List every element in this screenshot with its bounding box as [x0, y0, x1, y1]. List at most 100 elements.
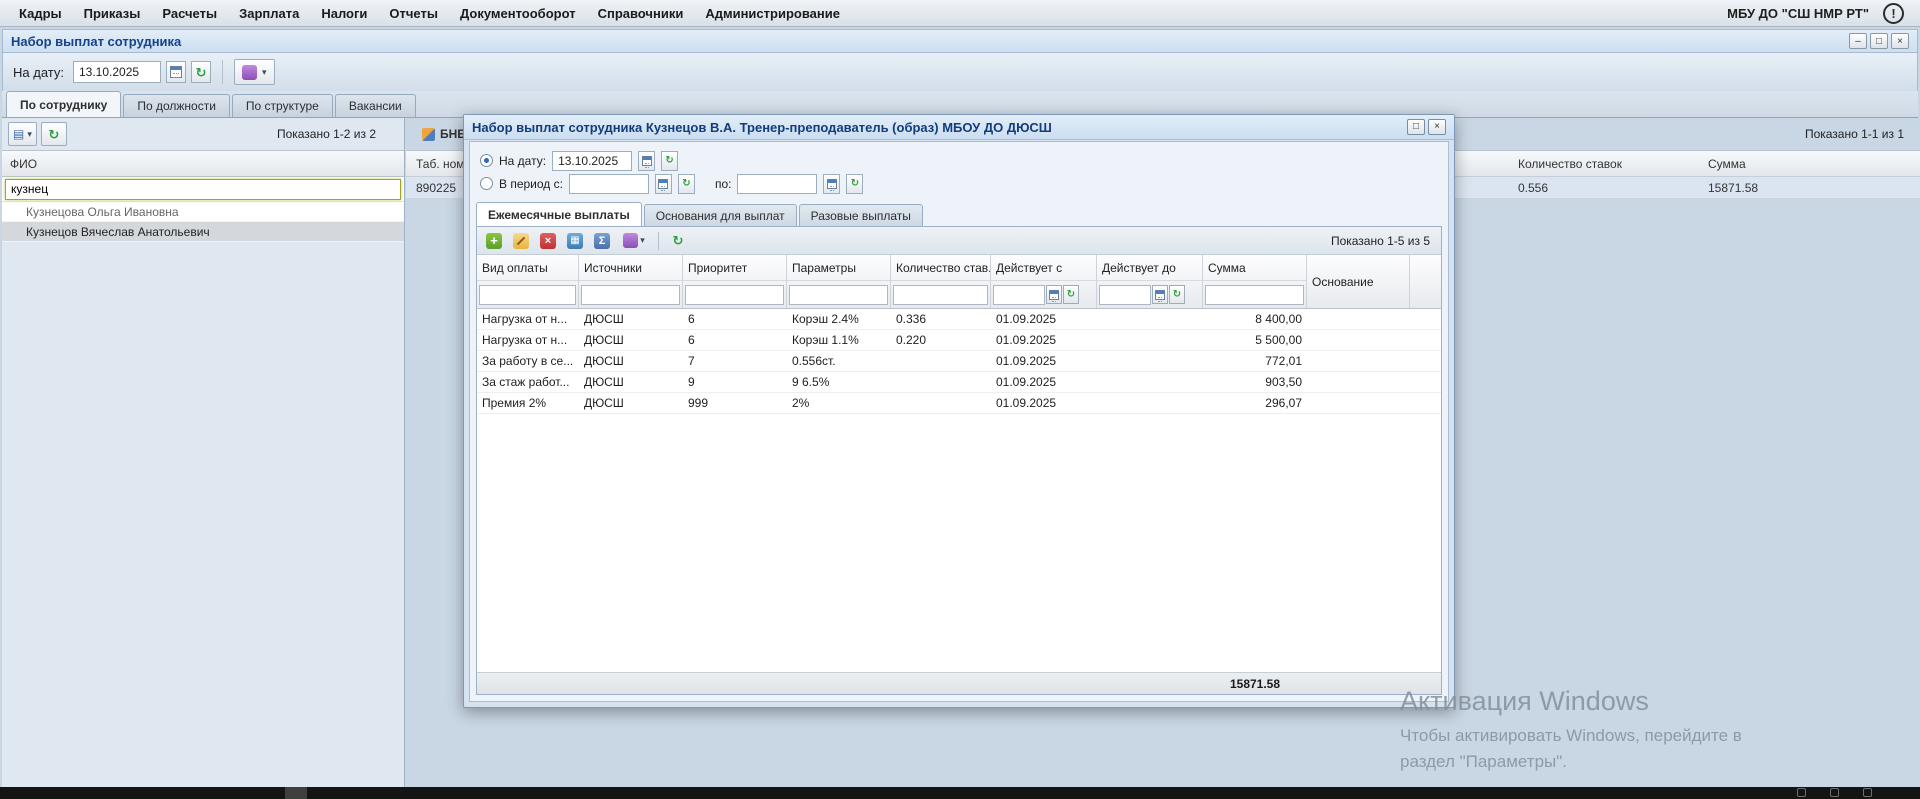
delete-button[interactable]: × — [536, 229, 560, 252]
sum-button[interactable]: Σ — [590, 229, 614, 252]
payment-row[interactable]: Премия 2% ДЮСШ 999 2% 01.09.2025 296,07 — [477, 393, 1441, 414]
copy-button[interactable]: ▦ — [563, 229, 587, 252]
taskbar-item — [285, 787, 307, 799]
menu-item-prikazy[interactable]: Приказы — [73, 2, 152, 25]
column-header-sum[interactable]: Сумма — [1203, 255, 1306, 281]
payment-row[interactable]: За работу в се... ДЮСШ 7 0.556ст. 01.09.… — [477, 351, 1441, 372]
maximize-icon: □ — [1875, 35, 1883, 47]
application-window: Кадры Приказы Расчеты Зарплата Налоги От… — [0, 0, 1920, 799]
on-date-input[interactable] — [552, 150, 633, 171]
filter-payment-type[interactable] — [479, 284, 576, 305]
menu-item-zarplata[interactable]: Зарплата — [228, 2, 310, 25]
info-icon[interactable]: ! — [1883, 2, 1904, 24]
cell-source: ДЮСШ — [584, 396, 624, 410]
cell-sum: 296,07 — [1265, 396, 1302, 410]
today-button[interactable]: ↻ — [661, 150, 679, 171]
calendar-button[interactable] — [654, 173, 672, 194]
column-header-payment-type[interactable]: Вид оплаты — [477, 255, 578, 281]
tab-monthly-payments[interactable]: Ежемесячные выплаты — [476, 202, 642, 226]
close-button[interactable]: × — [1891, 33, 1909, 49]
on-date-radio[interactable] — [480, 154, 493, 167]
cell-payment-type: Нагрузка от н... — [482, 312, 568, 326]
filter-sum[interactable] — [1205, 284, 1304, 305]
filter-rates[interactable] — [893, 284, 988, 305]
payment-row[interactable]: Нагрузка от н... ДЮСШ 6 Корэш 1.1% 0.220… — [477, 330, 1441, 351]
tab-vacancies[interactable]: Вакансии — [334, 94, 416, 117]
tab-by-structure[interactable]: По структуре — [231, 94, 333, 117]
menu-item-kadry[interactable]: Кадры — [8, 2, 73, 25]
actions-button[interactable]: ▾ — [233, 59, 275, 85]
more-actions-button[interactable]: ▾ — [617, 229, 651, 252]
column-header-ground[interactable]: Основание — [1307, 255, 1409, 308]
refresh-button[interactable]: ↻ — [40, 122, 67, 146]
date-input[interactable] — [72, 61, 161, 83]
column-header-valid-to[interactable]: Действует до — [1097, 255, 1202, 281]
column-header-fio[interactable]: ФИО — [2, 150, 404, 177]
today-button[interactable]: ↻ — [677, 173, 695, 194]
employee-row-selected[interactable]: Кузнецов Вячеслав Анатольевич — [2, 222, 404, 242]
menu-item-nalogi[interactable]: Налоги — [310, 2, 378, 25]
today-button[interactable]: ↻ — [1169, 285, 1185, 304]
column-header-source[interactable]: Источники — [579, 255, 682, 281]
payment-row[interactable]: За стаж работ... ДЮСШ 9 9 6.5% 01.09.202… — [477, 372, 1441, 393]
dialog-titlebar[interactable]: Набор выплат сотрудника Кузнецов В.А. Тр… — [464, 115, 1454, 140]
close-button[interactable]: × — [1428, 119, 1446, 135]
payment-row[interactable]: Нагрузка от н... ДЮСШ 6 Корэш 2.4% 0.336… — [477, 309, 1441, 330]
restore-button[interactable]: □ — [1407, 119, 1425, 135]
page-title: Набор выплат сотрудника — [11, 33, 182, 49]
column-header-params[interactable]: Параметры — [787, 255, 890, 281]
payments-grid-header: Вид оплаты Источники Приоритет Параметры — [477, 255, 1441, 309]
today-button[interactable]: ↻ — [846, 173, 864, 194]
calendar-button[interactable] — [165, 61, 186, 83]
cell-valid-to — [1097, 309, 1203, 329]
employee-row[interactable]: Кузнецова Ольга Ивановна — [2, 202, 404, 222]
minimize-button[interactable]: – — [1849, 33, 1867, 49]
dialog-title: Набор выплат сотрудника Кузнецов В.А. Тр… — [472, 119, 1052, 135]
menu-item-dokumentooborot[interactable]: Документооборот — [449, 2, 587, 25]
filter-params[interactable] — [789, 284, 888, 305]
menu-item-administrirovanie[interactable]: Администрирование — [694, 2, 851, 25]
column-header-rates[interactable]: Количество ставок — [1518, 151, 1622, 176]
column-header-priority[interactable]: Приоритет — [683, 255, 786, 281]
cell-priority: 6 — [688, 333, 695, 347]
refresh-icon: ↻ — [672, 233, 684, 248]
menu-item-otchety[interactable]: Отчеты — [378, 2, 449, 25]
column-header-sum[interactable]: Сумма — [1708, 151, 1746, 176]
menu-item-raschety[interactable]: Расчеты — [151, 2, 228, 25]
cell-rates — [891, 351, 991, 371]
menu-item-spravochniki[interactable]: Справочники — [587, 2, 695, 25]
column-header-valid-from[interactable]: Действует с — [991, 255, 1096, 281]
fio-filter-input[interactable] — [5, 178, 401, 200]
export-button[interactable]: ▤ ▾ — [8, 122, 37, 146]
calendar-button[interactable] — [1152, 285, 1168, 304]
calendar-button[interactable] — [638, 150, 656, 171]
tab-onetime-payments[interactable]: Разовые выплаты — [798, 204, 923, 226]
records-count: Показано 1-2 из 2 — [276, 127, 376, 141]
edit-button[interactable] — [509, 229, 533, 252]
calendar-button[interactable] — [1046, 285, 1062, 304]
monthly-payments-panel: + × ▦ Σ ▾ ↻ Показано 1-5 из 5 Вид оплаты… — [476, 226, 1442, 695]
maximize-button[interactable]: □ — [1870, 33, 1888, 49]
filter-valid-from[interactable] — [993, 284, 1045, 305]
period-radio[interactable] — [480, 177, 493, 190]
calendar-button[interactable] — [823, 173, 841, 194]
cell-params: Корэш 2.4% — [792, 312, 859, 326]
filter-valid-to[interactable] — [1099, 284, 1151, 305]
today-button[interactable]: ↻ — [1063, 285, 1079, 304]
add-button[interactable]: + — [482, 229, 506, 252]
filter-priority[interactable] — [685, 284, 784, 305]
calendar-icon — [1049, 289, 1059, 302]
period-from-input[interactable] — [568, 173, 649, 194]
cell-params: 2% — [792, 396, 810, 410]
tab-payment-grounds[interactable]: Основания для выплат — [643, 204, 797, 226]
today-button[interactable]: ↻ — [190, 61, 211, 83]
close-icon: × — [1434, 121, 1440, 132]
calendar-icon — [641, 155, 652, 168]
column-header-rates[interactable]: Количество став... — [891, 255, 990, 281]
tab-by-employee[interactable]: По сотруднику — [6, 91, 122, 117]
tab-by-position[interactable]: По должности — [123, 94, 230, 117]
cell-tab-num: 890225 — [416, 180, 457, 195]
refresh-button[interactable]: ↻ — [666, 229, 690, 252]
filter-source[interactable] — [581, 284, 680, 305]
period-to-input[interactable] — [737, 173, 818, 194]
